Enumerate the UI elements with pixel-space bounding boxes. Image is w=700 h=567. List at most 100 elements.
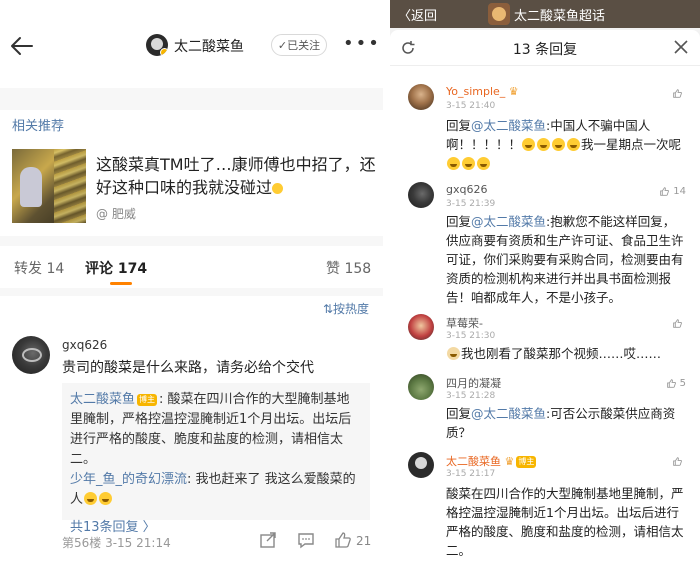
post-header: 太二酸菜鱼 ✓已关注 ••• xyxy=(0,0,383,88)
thumbnail-texture xyxy=(54,149,86,223)
reply-avatar[interactable] xyxy=(408,374,434,400)
reply-like-count: 14 xyxy=(673,186,686,197)
avatar-graphic xyxy=(22,348,42,362)
vip-crown-icon: ♛ xyxy=(504,455,515,468)
logo-graphic xyxy=(492,7,506,21)
related-section-label: 相关推荐 xyxy=(12,119,65,134)
related-post-title-text: 这酸菜真TM吐了…康师傅也中招了，还好这种口味的我就没碰过 xyxy=(96,155,376,197)
section-gap xyxy=(0,88,383,110)
reply-username[interactable]: 草莓荣- xyxy=(446,315,483,331)
view-all-replies-link[interactable]: 共13条回复 〉 xyxy=(70,516,362,535)
mention-link[interactable]: @太二酸菜鱼 xyxy=(471,118,546,133)
reply-avatar[interactable] xyxy=(408,314,434,340)
mention-link[interactable]: @太二酸菜鱼 xyxy=(471,406,546,421)
account-avatar[interactable] xyxy=(146,34,168,56)
reply-username[interactable]: 四月的凝凝 xyxy=(446,375,501,391)
reply-like-button[interactable] xyxy=(672,456,686,467)
reply-like-button[interactable] xyxy=(672,318,686,329)
back-arrow-icon[interactable] xyxy=(8,32,36,60)
section-gap xyxy=(0,288,383,296)
reply-username[interactable]: Yo_simple_ ♛ xyxy=(446,85,519,98)
reply-username[interactable]: 太二酸菜鱼 ♛ 博主 xyxy=(446,453,538,469)
crying-emoji-icon xyxy=(567,138,581,151)
supertopic-topbar: 〈返回 太二酸菜鱼超话 xyxy=(390,0,700,28)
comment-text: 贵司的酸菜是什么来路，请务必给个交代 xyxy=(62,360,314,376)
tab-like[interactable]: 赞 158 xyxy=(326,258,371,278)
replies-sheet: 13 条回复 Yo_simple_ ♛ 3-15 21:40 回复@太二酸菜鱼:… xyxy=(390,30,700,567)
reply-text: 酸菜在四川合作的大型腌制基地里腌制，严格控温控湿腌制近1个月出坛。出坛后进行严格… xyxy=(446,486,684,558)
reply-prefix: 回复 xyxy=(446,118,472,133)
interaction-tabs: 转发 14 评论 174 赞 158 xyxy=(0,246,383,288)
like-thumb-icon xyxy=(673,89,682,98)
reply-prefix: 回复 xyxy=(446,214,472,229)
host-badge: 博主 xyxy=(137,393,158,406)
section-gap xyxy=(0,236,383,246)
like-thumb-icon xyxy=(673,457,682,466)
mention-link[interactable]: @太二酸菜鱼 xyxy=(471,214,546,229)
reply-text: 回复@太二酸菜鱼:中国人不骗中国人啊！！！！！ 我一星期点一次呢 xyxy=(446,116,686,173)
back-button[interactable]: 〈返回 xyxy=(398,5,437,24)
reply-time: 3-15 21:17 xyxy=(446,469,496,479)
reply-username[interactable]: gxq626 xyxy=(446,183,487,196)
crying-emoji-icon xyxy=(462,157,475,170)
commenter-avatar[interactable] xyxy=(12,336,50,374)
reply-time: 3-15 21:40 xyxy=(446,101,496,111)
doge-emoji-icon xyxy=(447,347,460,360)
reply-like-button[interactable] xyxy=(672,88,686,99)
reply-preview-1: 太二酸菜鱼 博主: 酸菜在四川合作的大型腌制基地里腌制，严格控温控湿腌制近1个月出… xyxy=(70,390,362,470)
host-badge: 博主 xyxy=(516,456,537,468)
reply-time: 3-15 21:39 xyxy=(446,199,496,209)
reply-time: 3-15 21:28 xyxy=(446,391,496,401)
commenter-name[interactable]: gxq626 xyxy=(62,338,107,352)
reply-time: 3-15 21:30 xyxy=(446,331,496,341)
related-post-card[interactable]: 这酸菜真TM吐了…康师傅也中招了，还好这种口味的我就没碰过 @ 肥威 xyxy=(12,149,376,227)
weibo-post-panel: 太二酸菜鱼 ✓已关注 ••• 相关推荐 这酸菜真TM吐了…康师傅也中招了，还好这… xyxy=(0,0,383,567)
thumbnail-figure xyxy=(20,167,42,207)
crying-emoji-icon xyxy=(552,138,566,151)
sort-by-hot-button[interactable]: ⇅按热度 xyxy=(323,300,369,317)
tab-repost[interactable]: 转发 14 xyxy=(14,258,64,278)
like-thumb-icon[interactable] xyxy=(333,530,353,550)
comment-like-count: 21 xyxy=(356,534,372,548)
reply-text: 回复@太二酸菜鱼:抱歉您不能这样回复，供应商要有资质和生产许可证、食品卫生许可证… xyxy=(446,212,686,307)
verified-badge-icon xyxy=(160,48,168,56)
more-options-icon[interactable]: ••• xyxy=(343,35,381,53)
close-icon[interactable] xyxy=(672,38,690,56)
sheet-header: 13 条回复 xyxy=(390,30,700,66)
reply-preview-box[interactable]: 太二酸菜鱼 博主: 酸菜在四川合作的大型腌制基地里腌制，严格控温控湿腌制近1个月出… xyxy=(62,383,370,535)
crying-emoji-icon xyxy=(84,492,98,505)
related-post-author[interactable]: @ 肥威 xyxy=(96,205,136,222)
reply-author-link[interactable]: 少年_鱼_的奇幻漂流 xyxy=(70,472,187,487)
crying-emoji-icon xyxy=(537,138,551,151)
reply-body: 我也刚看了酸菜那个视频……哎…… xyxy=(461,346,662,361)
vip-crown-icon: ♛ xyxy=(508,85,519,98)
reply-author-link[interactable]: 太二酸菜鱼 xyxy=(70,392,135,407)
reply-text: 回复@太二酸菜鱼:可否公示酸菜供应商资质？ xyxy=(446,404,686,442)
supertopic-logo xyxy=(488,3,510,25)
like-thumb-icon xyxy=(673,319,682,328)
followed-button[interactable]: ✓已关注 xyxy=(271,34,327,56)
comment-floor-time: 第56楼 3-15 21:14 xyxy=(62,536,171,550)
avatar-face xyxy=(415,457,427,469)
tab-comment[interactable]: 评论 174 xyxy=(85,258,147,278)
reply-thread-panel: 〈返回 太二酸菜鱼超话 13 条回复 Yo_simple_ ♛ 3-15 21:… xyxy=(390,0,700,567)
reply-prefix: 回复 xyxy=(446,406,472,421)
share-icon[interactable] xyxy=(258,530,278,550)
reply-text: 我也刚看了酸菜那个视频……哎…… xyxy=(446,344,686,363)
reply-preview-2: 少年_鱼_的奇幻漂流: 我也赶来了 我这么爱酸菜的人 xyxy=(70,470,362,510)
active-tab-indicator xyxy=(110,282,132,285)
reply-avatar[interactable] xyxy=(408,452,434,478)
comment-icon[interactable] xyxy=(296,530,316,550)
reply-like-button[interactable]: 5 xyxy=(666,378,686,389)
reply-avatar[interactable] xyxy=(408,84,434,110)
reply-username-text: Yo_simple_ xyxy=(446,85,506,98)
reply-avatar[interactable] xyxy=(408,182,434,208)
reply-like-button[interactable]: 14 xyxy=(659,186,686,197)
sweat-emoji-icon xyxy=(272,183,284,194)
supertopic-title: 太二酸菜鱼超话 xyxy=(514,9,606,24)
reply-like-count: 5 xyxy=(679,378,686,389)
replies-count-title: 13 条回复 xyxy=(512,42,578,58)
related-post-thumbnail xyxy=(12,149,86,223)
crying-emoji-icon xyxy=(477,157,490,170)
account-name[interactable]: 太二酸菜鱼 xyxy=(174,36,244,56)
